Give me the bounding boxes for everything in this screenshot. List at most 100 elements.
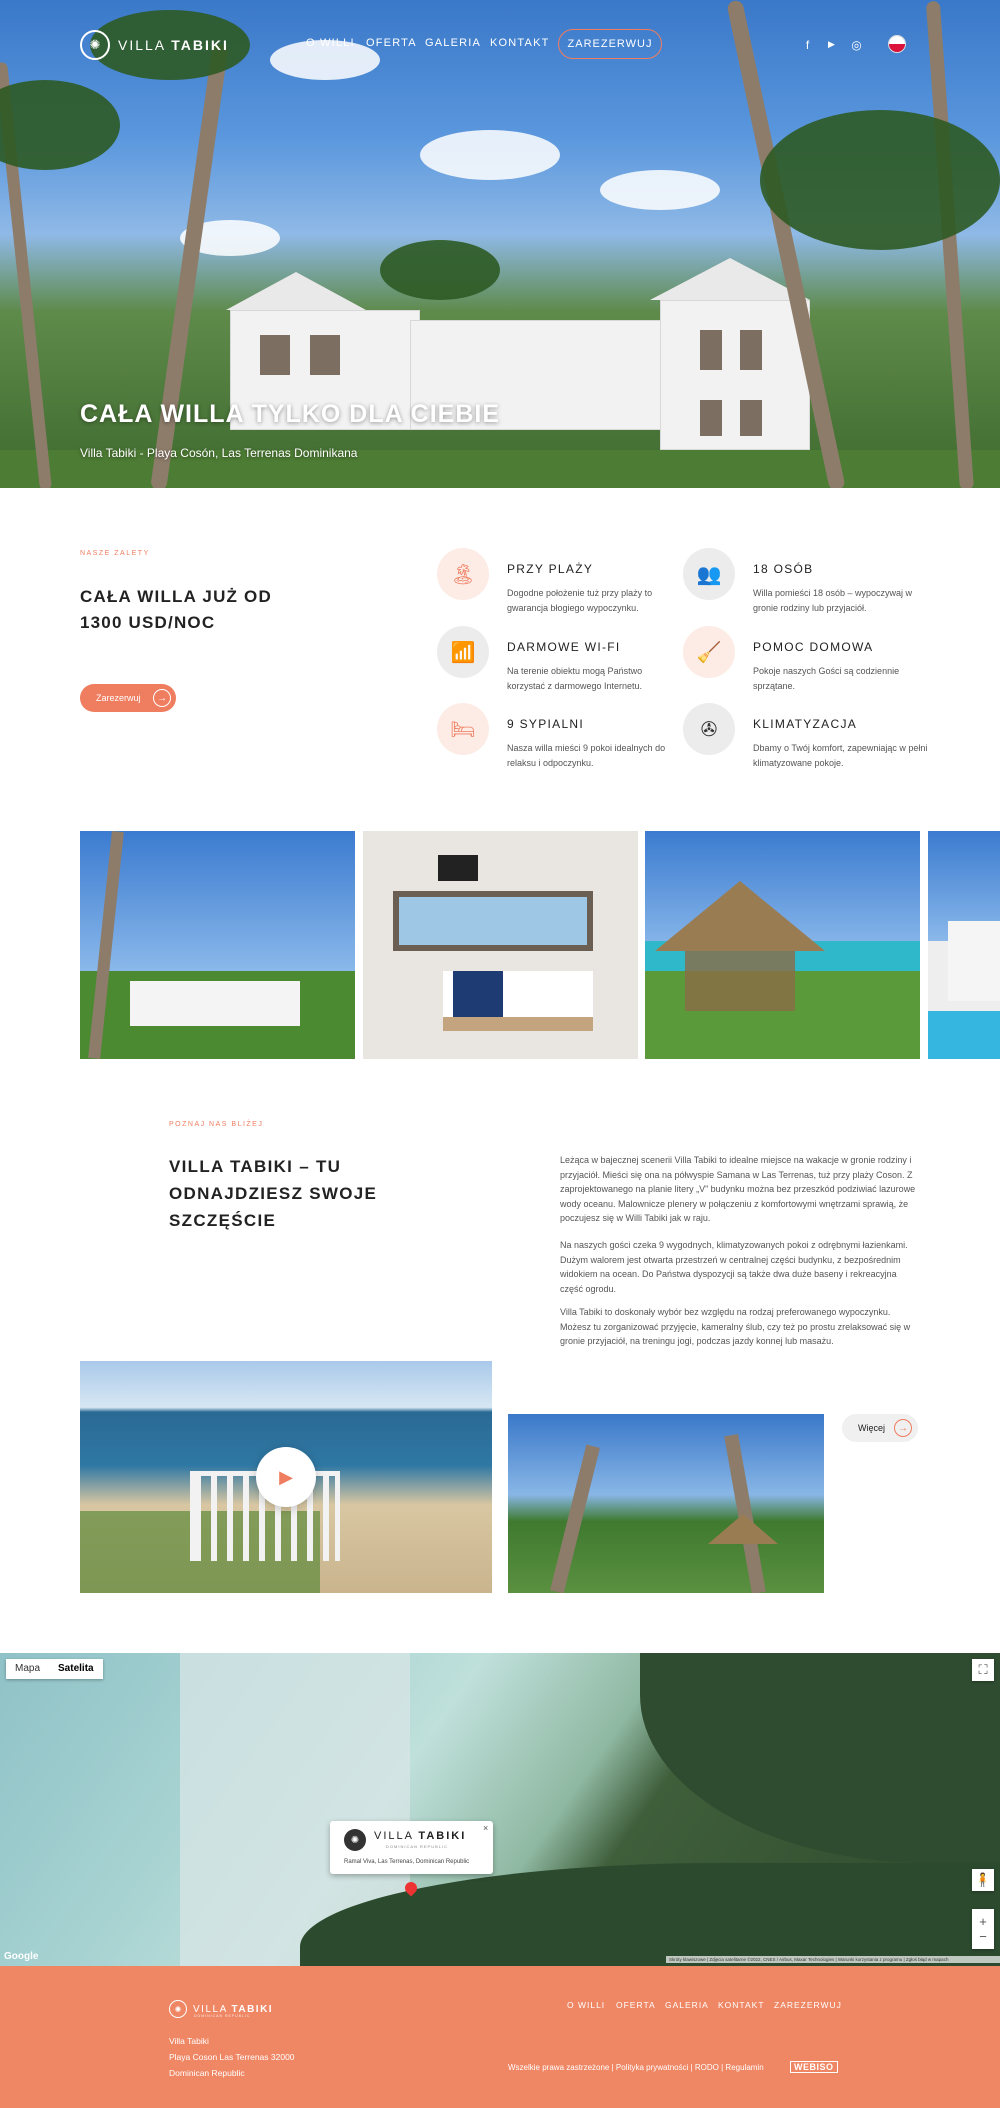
feature-text: Dogodne położenie tuż przy plaży to gwar… <box>507 588 653 613</box>
close-icon[interactable]: × <box>483 1823 488 1833</box>
gallery-image-villa[interactable] <box>80 831 355 1059</box>
footer-address-line: Dominican Republic <box>169 2068 245 2078</box>
wifi-icon: 📶 <box>437 626 489 678</box>
info-logo-tag: DOMINICAN REPUBLIC <box>386 1844 449 1849</box>
feature-title: PRZY PLAŻY <box>507 562 594 576</box>
map-type-control: Mapa Satelita <box>6 1659 103 1679</box>
feature-text: Na terenie obiektu mogą Państwo korzysta… <box>507 666 643 691</box>
site-footer: ✺ VILLA TABIKI DOMINICAN REPUBLIC O WILL… <box>0 1966 1000 2108</box>
logo-text: VILLA TABIKI <box>118 37 229 53</box>
zoom-control: + − <box>972 1909 994 1949</box>
beach-icon: 🏝 <box>437 548 489 600</box>
villa-window <box>740 330 762 370</box>
palm-trunk <box>925 0 974 488</box>
gallery-image-pool[interactable] <box>928 831 1000 1059</box>
language-flag-icon[interactable] <box>888 35 906 53</box>
nav-item-oferta[interactable]: OFERTA <box>366 37 417 49</box>
footer-legal-links[interactable]: Wszelkie prawa zastrzeżone | Polityka pr… <box>508 2063 764 2072</box>
reserve-button[interactable]: Zarezerwuj → <box>80 684 176 712</box>
price-heading: CAŁA WILLA JUŻ OD 1300 USD/NOC <box>80 587 272 632</box>
palm-frond <box>0 80 120 170</box>
footer-logo-mark-icon: ✺ <box>169 2000 187 2018</box>
arrow-right-icon: → <box>894 1419 912 1437</box>
agency-logo[interactable]: WEBISO <box>790 2061 838 2073</box>
google-map[interactable]: Mapa Satelita ⛶ 🧍 + − Google Skróty klaw… <box>0 1653 1000 1966</box>
hero-title: CAŁA WILLA TYLKO DLA CIEBIE <box>80 400 501 428</box>
footer-nav-kontakt[interactable]: KONTAKT <box>718 2000 765 2010</box>
nav-item-kontakt[interactable]: KONTAKT <box>490 37 550 49</box>
footer-nav-galeria[interactable]: GALERIA <box>665 2000 709 2010</box>
feature-title: POMOC DOMOWA <box>753 640 874 654</box>
villa-roof <box>226 272 366 310</box>
footer-nav-zarezerwuj[interactable]: ZAREZERWUJ <box>774 2000 842 2010</box>
feature-title: KLIMATYZACJA <box>753 717 858 731</box>
reserve-button-header[interactable]: ZAREZERWUJ <box>558 29 662 59</box>
gallery-image-palapa[interactable] <box>645 831 920 1059</box>
footer-address: Villa Tabiki Playa Coson Las Terrenas 32… <box>169 2033 295 2081</box>
feature-title: DARMOWE WI-FI <box>507 640 621 654</box>
instagram-icon[interactable]: ◎ <box>849 37 864 52</box>
about-eyebrow: POZNAJ NAS BLIŻEJ <box>169 1121 264 1128</box>
footer-nav-o-willi[interactable]: O WILLI <box>567 2000 605 2010</box>
hero-subtitle: Villa Tabiki - Playa Cosón, Las Terrenas… <box>80 446 358 460</box>
bed-icon: 🛏 <box>437 703 489 755</box>
footer-nav-oferta[interactable]: OFERTA <box>616 2000 656 2010</box>
photo-palm <box>550 1444 600 1593</box>
feature-title: 9 SYPIALNI <box>507 717 585 731</box>
gallery-image-bedroom[interactable] <box>363 831 638 1059</box>
map-type-map[interactable]: Mapa <box>6 1659 49 1679</box>
about-paragraph: Villa Tabiki to doskonały wybór bez wzgl… <box>560 1307 911 1347</box>
gallery-tv <box>438 855 478 881</box>
photo-palm <box>724 1433 766 1593</box>
garden-photo[interactable] <box>508 1414 824 1593</box>
feature-text: Willa pomieści 18 osób – wypoczywaj w gr… <box>753 588 913 613</box>
play-button-icon[interactable]: ▶ <box>256 1447 316 1507</box>
fullscreen-icon[interactable]: ⛶ <box>972 1659 994 1681</box>
more-button[interactable]: Więcej → <box>842 1414 918 1442</box>
zoom-in-icon[interactable]: + <box>979 1914 987 1929</box>
site-logo[interactable]: ✺ VILLA TABIKI <box>80 30 229 60</box>
arrow-right-icon: → <box>153 689 171 707</box>
people-icon: 👥 <box>683 548 735 600</box>
video-player[interactable]: ▶ <box>80 1361 492 1593</box>
hero-cloud <box>420 130 560 180</box>
nav-item-galeria[interactable]: GALERIA <box>425 37 481 49</box>
footer-logo-text: VILLA TABIKI <box>193 2003 274 2015</box>
features-eyebrow: NASZE ZALETY <box>80 550 150 557</box>
cleaning-icon: 🧹 <box>683 626 735 678</box>
fan-icon: ✇ <box>683 703 735 755</box>
nav-item-o-willi[interactable]: O WILLI <box>306 37 355 49</box>
gallery-villa-shape <box>130 981 300 1026</box>
more-button-label: Więcej <box>858 1423 886 1433</box>
feature-text: Nasza willa mieści 9 pokoi idealnych do … <box>507 743 666 768</box>
villa-window <box>310 335 340 375</box>
google-logo: Google <box>4 1951 39 1962</box>
palm-frond <box>380 240 500 300</box>
hero-cloud <box>600 170 720 210</box>
footer-logo-tag: DOMINICAN REPUBLIC <box>194 2014 251 2018</box>
about-paragraph: Leżąca w bajecznej scenerii Villa Tabiki… <box>560 1155 916 1224</box>
facebook-icon[interactable]: f <box>800 37 815 52</box>
zoom-out-icon[interactable]: − <box>979 1929 987 1944</box>
hero-section: ✺ VILLA TABIKI O WILLI OFERTA GALERIA KO… <box>0 0 1000 488</box>
gallery-villa-shape <box>948 921 1000 1001</box>
map-attribution[interactable]: Skróty klawiszowe | Zdjęcia satelitarne … <box>666 1956 1000 1963</box>
feature-text: Pokoje naszych Gości są codziennie sprzą… <box>753 666 900 691</box>
info-address: Ramal Viva, Las Terrenas, Dominican Repu… <box>344 1859 470 1865</box>
footer-address-line: Villa Tabiki <box>169 2036 209 2046</box>
feature-text: Dbamy o Twój komfort, zapewniając w pełn… <box>753 743 928 768</box>
villa-window <box>700 330 722 370</box>
palm-frond <box>760 110 1000 250</box>
villa-window <box>700 400 722 436</box>
street-view-icon[interactable]: 🧍 <box>972 1869 994 1891</box>
about-paragraph: Na naszych gości czeka 9 wygodnych, klim… <box>560 1240 908 1294</box>
gallery-window <box>393 891 593 951</box>
about-title: VILLA TABIKI – TU ODNAJDZIESZ SWOJE SZCZ… <box>169 1157 378 1230</box>
villa-window <box>260 335 290 375</box>
gallery-blanket <box>453 971 503 1017</box>
map-info-window: ✺ VILLA TABIKI DOMINICAN REPUBLIC Ramal … <box>330 1821 493 1874</box>
villa-building <box>660 300 810 450</box>
gallery-bar <box>685 951 795 1011</box>
youtube-icon[interactable]: ▶ <box>824 37 839 52</box>
map-type-satellite[interactable]: Satelita <box>49 1659 103 1679</box>
